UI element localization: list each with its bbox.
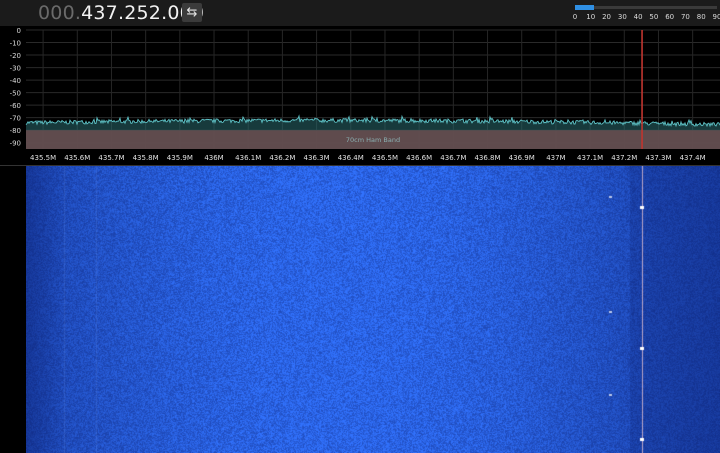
spectrum-y-tick-label: -20 [10,52,21,60]
spectrum-x-tick-label: 437.4M [680,154,706,162]
zoom-tick-label: 70 [680,13,690,21]
spectrum-x-tick-label: 436M [204,154,223,162]
swap-arrows-icon: ⇆ [186,5,198,20]
top-bar: 000.437.252.000 ⇆ 0 10 20 30 40 50 60 70 80 90 [0,0,720,26]
zoom-tick-label: 50 [649,13,659,21]
spectrum-y-tick-label: -50 [10,90,21,98]
spectrum-x-tick-label: 435.9M [167,154,193,162]
spectrum-x-tick-label: 436.6M [406,154,432,162]
spectrum-x-tick-label: 435.5M [30,154,56,162]
spectrum-x-tick-label: 436.1M [235,154,261,162]
spectrum-x-tick-label: 436.8M [474,154,500,162]
spectrum-y-tick-label: -10 [10,40,21,48]
spectrum-x-tick-label: 436.7M [440,154,466,162]
zoom-slider[interactable]: 0 10 20 30 40 50 60 70 80 90 [572,2,720,24]
swap-button[interactable]: ⇆ [182,3,202,22]
spectrum-plot[interactable]: 0 -10 -20 -30 -40 -50 -60 -70 -80 -90 435.5M 435.6M… [0,26,720,166]
zoom-tick-label: 40 [633,13,643,21]
spectrum-x-tick-label: 436.4M [338,154,364,162]
zoom-tick-label: 80 [696,13,706,21]
zoom-tick-label: 10 [586,13,596,21]
zoom-slider-fill[interactable] [575,5,594,10]
spectrum-y-tick-label: 0 [17,27,21,35]
spectrum-panel[interactable]: 0 -10 -20 -30 -40 -50 -60 -70 -80 -90 435.5M 435.6M… [0,26,720,166]
zoom-tick-label: 30 [617,13,627,21]
zoom-tick-label: 20 [602,13,612,21]
frequency-leading-digits[interactable]: 000. [38,2,81,24]
zoom-tick-label: 0 [572,13,578,21]
spectrum-y-tick-label: -40 [10,77,21,85]
spectrum-y-tick-label: -70 [10,115,21,123]
zoom-tick-label: 90 [712,13,720,21]
zoom-slider-track[interactable] [575,6,717,9]
zoom-tick-label: 60 [665,13,675,21]
spectrum-x-tick-label: 436.2M [269,154,295,162]
spectrum-x-tick-label: 436.3M [304,154,330,162]
spectrum-x-tick-label: 437.3M [645,154,671,162]
waterfall-canvas[interactable] [26,166,720,453]
spectrum-y-tick-label: -30 [10,65,21,73]
spectrum-y-tick-label: -60 [10,102,21,110]
spectrum-x-tick-label: 437.1M [577,154,603,162]
spectrum-x-tick-label: 435.6M [64,154,90,162]
spectrum-x-tick-label: 435.8M [133,154,159,162]
waterfall-panel[interactable] [0,166,720,453]
spectrum-y-tick-label: -80 [10,127,21,135]
spectrum-x-tick-label: 437.2M [611,154,637,162]
spectrum-x-tick-label: 435.7M [98,154,124,162]
spectrum-x-tick-label: 436.5M [372,154,398,162]
spectrum-x-tick-label: 437M [546,154,565,162]
frequency-display[interactable]: 000.437.252.000 [38,1,204,25]
spectrum-x-tick-label: 436.9M [509,154,535,162]
spectrum-y-tick-label: -90 [10,140,21,148]
